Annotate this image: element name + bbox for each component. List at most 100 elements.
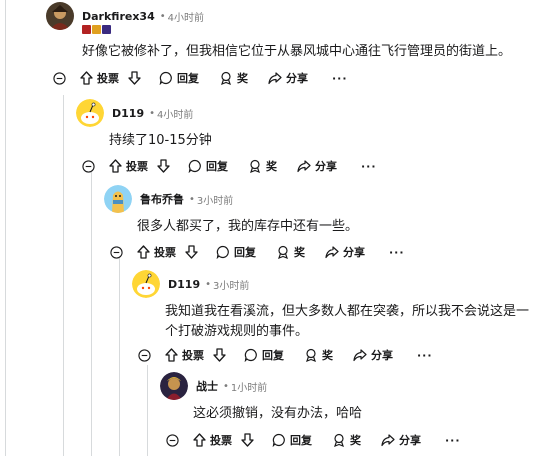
share-label: 分享 — [399, 434, 421, 447]
share-label: 分享 — [286, 72, 308, 85]
reply-button[interactable]: 回复 — [272, 432, 332, 448]
more-options-button[interactable]: ··· — [361, 160, 377, 173]
reply-label: 回复 — [234, 246, 256, 259]
award-label: 奖 — [294, 246, 305, 259]
downvote-icon[interactable] — [185, 245, 198, 259]
share-label: 分享 — [315, 160, 337, 173]
comment-body: 我知道我在看溪流，但大多数人都在突袭，所以我不会说这是一个打破游戏规则的事件。 — [165, 304, 530, 339]
upvote-icon[interactable] — [80, 71, 93, 85]
collapse-icon[interactable] — [138, 348, 151, 362]
share-button[interactable]: 分享 — [325, 244, 389, 260]
avatar[interactable] — [160, 372, 188, 400]
downvote-icon[interactable] — [128, 71, 141, 85]
downvote-icon[interactable] — [157, 159, 170, 173]
avatar[interactable] — [76, 99, 104, 127]
downvote-icon[interactable] — [241, 433, 254, 447]
user-flair-icons — [82, 25, 111, 34]
award-button[interactable]: 奖 — [332, 432, 381, 448]
flair-icon — [92, 25, 101, 34]
avatar[interactable] — [46, 2, 74, 30]
comment-timestamp[interactable]: 4小时前 — [157, 106, 193, 121]
comment-actions: 投票 回复 奖 分享 ··· — [53, 68, 348, 88]
downvote-icon[interactable] — [213, 348, 226, 362]
comment-author[interactable]: D119 — [168, 278, 200, 291]
more-options-button[interactable]: ··· — [417, 349, 433, 362]
comment-actions: 投票 回复 奖 分享 ··· — [110, 242, 405, 262]
comment-author[interactable]: D119 — [112, 107, 144, 120]
collapse-icon[interactable] — [166, 433, 179, 447]
separator-dot: • — [205, 278, 211, 290]
comment-bubble-icon — [159, 71, 172, 85]
upvote-icon[interactable] — [109, 159, 122, 173]
collapse-icon[interactable] — [53, 71, 66, 85]
award-label: 奖 — [322, 349, 333, 362]
thread-line — [91, 172, 92, 456]
reply-label: 回复 — [177, 72, 199, 85]
award-button[interactable]: 奖 — [248, 158, 297, 174]
award-icon — [306, 348, 316, 362]
comment-author[interactable]: 鲁布乔鲁 — [140, 191, 184, 207]
comment-header: D119 • 4小时前 — [76, 99, 193, 127]
reply-button[interactable]: 回复 — [159, 70, 219, 86]
comment-header: Darkfirex34 • 4小时前 — [46, 2, 204, 30]
share-label: 分享 — [371, 349, 393, 362]
separator-dot: • — [189, 193, 195, 205]
avatar[interactable] — [104, 185, 132, 213]
comment-header: D119 • 3小时前 — [132, 270, 249, 298]
award-label: 奖 — [266, 160, 277, 173]
more-options-button[interactable]: ··· — [332, 72, 348, 85]
comment-timestamp[interactable]: 1小时前 — [231, 379, 267, 394]
share-icon — [297, 160, 311, 173]
reply-label: 回复 — [290, 434, 312, 447]
comment-bubble-icon — [188, 159, 201, 173]
award-button[interactable]: 奖 — [219, 70, 268, 86]
reply-button[interactable]: 回复 — [216, 244, 276, 260]
vote-label: 投票 — [182, 349, 204, 362]
share-label: 分享 — [343, 246, 365, 259]
award-button[interactable]: 奖 — [304, 347, 353, 363]
share-button[interactable]: 分享 — [381, 432, 445, 448]
share-button[interactable]: 分享 — [297, 158, 361, 174]
award-icon — [334, 433, 344, 447]
separator-dot: • — [159, 10, 166, 22]
share-button[interactable]: 分享 — [268, 70, 332, 86]
collapse-icon[interactable] — [110, 245, 123, 259]
comment-header: 鲁布乔鲁 • 3小时前 — [104, 185, 233, 213]
comment-timestamp[interactable]: 3小时前 — [213, 277, 249, 292]
avatar[interactable] — [132, 270, 160, 298]
reply-button[interactable]: 回复 — [188, 158, 248, 174]
flair-icon — [82, 25, 91, 34]
reply-button[interactable]: 回复 — [244, 347, 304, 363]
comment-bubble-icon — [216, 245, 229, 259]
comment-body: 持续了10-15分钟 — [109, 133, 212, 148]
reply-label: 回复 — [206, 160, 228, 173]
comment-body: 这必须撤销，没有办法，哈哈 — [193, 406, 363, 421]
upvote-icon[interactable] — [193, 433, 206, 447]
reply-label: 回复 — [262, 349, 284, 362]
comment-timestamp[interactable]: 4小时前 — [168, 9, 204, 24]
comment-bubble-icon — [244, 348, 257, 362]
more-options-button[interactable]: ··· — [445, 434, 461, 447]
upvote-icon[interactable] — [137, 245, 150, 259]
vote-label: 投票 — [97, 72, 119, 85]
comment-header: 战士 • 1小时前 — [160, 372, 267, 400]
thread-line — [63, 95, 64, 456]
upvote-icon[interactable] — [165, 348, 178, 362]
thread-line — [147, 365, 148, 456]
share-icon — [325, 246, 339, 259]
vote-label: 投票 — [210, 434, 232, 447]
more-options-button[interactable]: ··· — [389, 246, 405, 259]
thread-line — [119, 258, 120, 456]
flair-icon — [102, 25, 111, 34]
comment-timestamp[interactable]: 3小时前 — [197, 192, 233, 207]
comment-bubble-icon — [272, 433, 285, 447]
comment-body: 好像它被修补了，但我相信它位于从暴风城中心通往飞行管理员的街道上。 — [82, 44, 512, 59]
collapse-icon[interactable] — [82, 159, 95, 173]
award-button[interactable]: 奖 — [276, 244, 325, 260]
comment-author[interactable]: 战士 — [196, 378, 218, 394]
award-label: 奖 — [237, 72, 248, 85]
comment-author[interactable]: Darkfirex34 — [82, 10, 155, 23]
vote-label: 投票 — [126, 160, 148, 173]
comment-actions: 投票 回复 奖 分享 ··· — [166, 430, 461, 450]
share-button[interactable]: 分享 — [353, 347, 417, 363]
